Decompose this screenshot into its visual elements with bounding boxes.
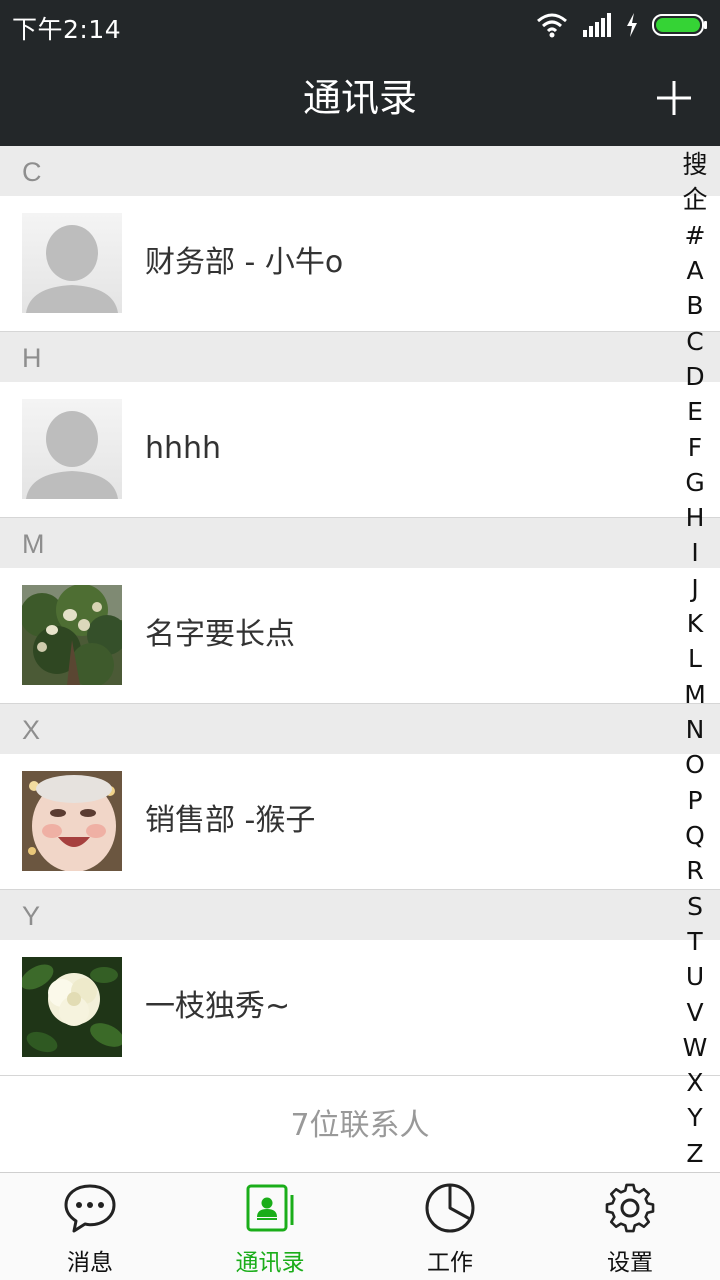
baby-photo bbox=[22, 771, 122, 871]
index-j[interactable]: J bbox=[691, 575, 698, 602]
index-n[interactable]: N bbox=[686, 717, 705, 743]
contact-list: C 财务部 - 小牛o H hhhh M 名字要长点 X 销售部 -猴子 Y 一… bbox=[0, 146, 720, 1172]
tab-messages[interactable]: 消息 bbox=[0, 1173, 180, 1280]
index-y[interactable]: Y bbox=[687, 1105, 702, 1131]
index-u[interactable]: U bbox=[686, 964, 704, 990]
index-a[interactable]: A bbox=[686, 257, 703, 284]
index-m[interactable]: M bbox=[684, 681, 706, 708]
tab-label: 消息 bbox=[67, 1250, 113, 1276]
index-q[interactable]: Q bbox=[685, 822, 705, 849]
index-o[interactable]: O bbox=[685, 752, 705, 778]
index-k[interactable]: K bbox=[687, 611, 703, 637]
gear-icon bbox=[605, 1183, 655, 1233]
index-l[interactable]: L bbox=[688, 646, 702, 672]
index-t[interactable]: T bbox=[687, 928, 702, 955]
chat-bubble-icon bbox=[64, 1184, 116, 1233]
bottom-tab-bar: 消息 通讯录 工作 设置 bbox=[0, 1172, 720, 1280]
charging-icon bbox=[627, 13, 637, 37]
section-header-h: H bbox=[0, 332, 720, 382]
section-header-c: C bbox=[0, 146, 720, 196]
status-icons bbox=[536, 10, 708, 40]
tab-label: 工作 bbox=[427, 1250, 473, 1276]
tab-label: 通讯录 bbox=[235, 1250, 305, 1276]
page-title: 通讯录 bbox=[302, 76, 417, 120]
contact-name: 名字要长点 bbox=[145, 617, 295, 652]
contact-name: 财务部 - 小牛o bbox=[145, 245, 344, 280]
tab-label: 设置 bbox=[607, 1250, 653, 1276]
index-search[interactable]: 搜 bbox=[682, 152, 707, 178]
contact-item[interactable]: hhhh bbox=[0, 382, 720, 518]
alphabet-index-bar[interactable]: 搜 企 # A B C D E F G H I J K L M N O P Q … bbox=[670, 152, 720, 1167]
tab-work[interactable]: 工作 bbox=[360, 1173, 540, 1280]
index-w[interactable]: W bbox=[683, 1034, 708, 1061]
section-header-m: M bbox=[0, 518, 720, 568]
contact-name: 一枝独秀~ bbox=[145, 989, 291, 1024]
tab-contacts[interactable]: 通讯录 bbox=[180, 1173, 360, 1280]
index-g[interactable]: G bbox=[685, 469, 704, 496]
title-bar: 通讯录 bbox=[0, 50, 720, 146]
pie-chart-icon bbox=[425, 1183, 475, 1233]
index-d[interactable]: D bbox=[685, 363, 704, 390]
contact-count: 7位联系人 bbox=[0, 1076, 720, 1172]
index-s[interactable]: S bbox=[687, 893, 703, 920]
tab-settings[interactable]: 设置 bbox=[540, 1173, 720, 1280]
contact-item[interactable]: 销售部 -猴子 bbox=[0, 754, 720, 890]
index-enterprise[interactable]: 企 bbox=[682, 187, 707, 213]
status-time: 下午2:14 bbox=[12, 15, 122, 44]
battery-icon bbox=[652, 14, 707, 36]
wifi-icon bbox=[537, 13, 567, 38]
contact-name: 销售部 -猴子 bbox=[145, 803, 316, 838]
index-hash[interactable]: # bbox=[685, 222, 706, 249]
index-c[interactable]: C bbox=[686, 328, 703, 355]
flower-photo bbox=[22, 957, 122, 1057]
default-avatar bbox=[22, 213, 122, 313]
section-header-x: X bbox=[0, 704, 720, 754]
plus-icon[interactable] bbox=[654, 78, 694, 118]
contact-item[interactable]: 名字要长点 bbox=[0, 568, 720, 704]
index-v[interactable]: V bbox=[686, 999, 703, 1026]
contact-item[interactable]: 财务部 - 小牛o bbox=[0, 196, 720, 332]
index-f[interactable]: F bbox=[688, 434, 702, 461]
signal-icon bbox=[583, 13, 611, 37]
section-header-y: Y bbox=[0, 890, 720, 940]
default-avatar bbox=[22, 399, 122, 499]
index-h[interactable]: H bbox=[686, 505, 705, 531]
index-b[interactable]: B bbox=[686, 293, 703, 319]
contact-item[interactable]: 一枝独秀~ bbox=[0, 940, 720, 1076]
index-r[interactable]: R bbox=[686, 858, 703, 884]
index-p[interactable]: P bbox=[687, 787, 702, 814]
status-bar: 下午2:14 bbox=[0, 0, 720, 50]
contact-name: hhhh bbox=[145, 431, 222, 466]
index-z[interactable]: Z bbox=[686, 1140, 703, 1167]
index-x[interactable]: X bbox=[686, 1070, 703, 1096]
index-i[interactable]: I bbox=[691, 540, 698, 566]
index-e[interactable]: E bbox=[687, 399, 703, 425]
tree-photo bbox=[22, 585, 122, 685]
contacts-icon bbox=[246, 1184, 294, 1232]
